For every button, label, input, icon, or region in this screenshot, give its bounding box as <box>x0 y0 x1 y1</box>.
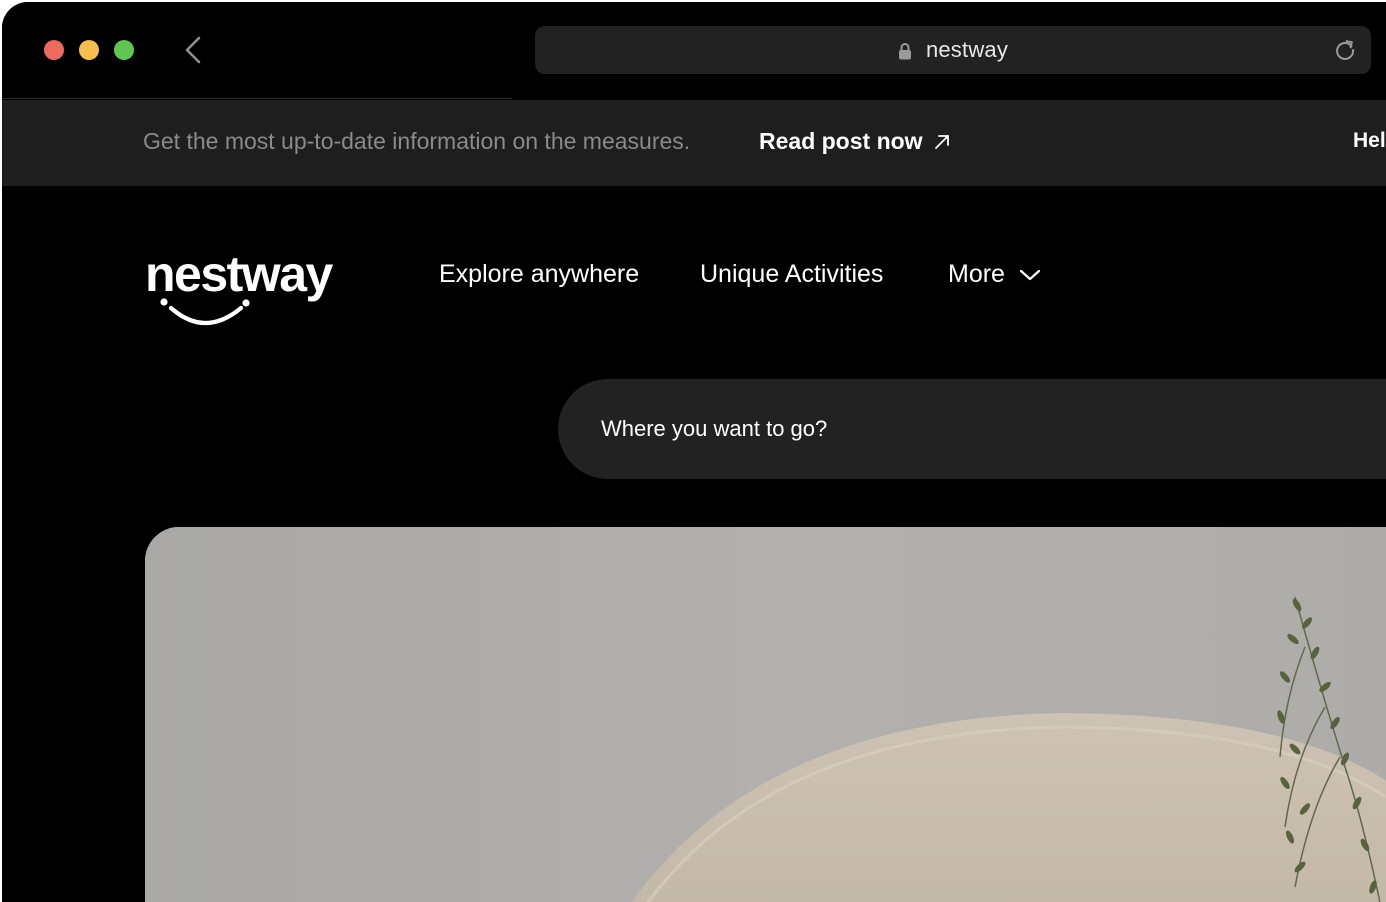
destination-search[interactable] <box>558 379 1386 479</box>
nestway-logo[interactable]: nestway <box>145 246 365 330</box>
url-text: nestway <box>925 37 1009 62</box>
nav-more-label: More <box>948 260 1005 288</box>
hero-photo <box>145 527 1386 902</box>
read-post-link[interactable]: Read post now <box>759 128 951 155</box>
nav-more-dropdown[interactable]: More <box>948 260 1041 289</box>
lock-icon <box>898 43 911 60</box>
browser-window: nestway Get the most up-to-date informat… <box>2 2 1386 902</box>
nav-activities-label: Unique Activities <box>700 260 884 288</box>
help-link[interactable]: Hel <box>1353 129 1386 153</box>
arrow-up-right-icon <box>934 134 949 149</box>
search-input[interactable] <box>601 379 1301 479</box>
announcement-text: Get the most up-to-date information on t… <box>143 128 691 154</box>
back-button[interactable] <box>182 35 206 65</box>
minimize-window-button[interactable] <box>79 40 99 60</box>
toolbar-divider <box>2 98 512 99</box>
maximize-window-button[interactable] <box>114 40 134 60</box>
nav-unique-activities[interactable]: Unique Activities <box>700 260 883 289</box>
address-bar[interactable]: nestway <box>535 26 1371 74</box>
chevron-left-icon <box>185 36 201 64</box>
reload-icon[interactable] <box>1333 38 1357 62</box>
announcement-bar: Get the most up-to-date information on t… <box>2 100 1386 186</box>
chevron-down-icon <box>1019 269 1041 280</box>
hero-image <box>145 527 1386 902</box>
nav-explore-label: Explore anywhere <box>439 260 640 288</box>
smile-logo-icon <box>160 298 250 326</box>
browser-toolbar: nestway <box>2 2 1386 100</box>
close-window-button[interactable] <box>44 40 64 60</box>
read-post-label: Read post now <box>759 128 923 154</box>
nav-explore-anywhere[interactable]: Explore anywhere <box>439 260 639 289</box>
